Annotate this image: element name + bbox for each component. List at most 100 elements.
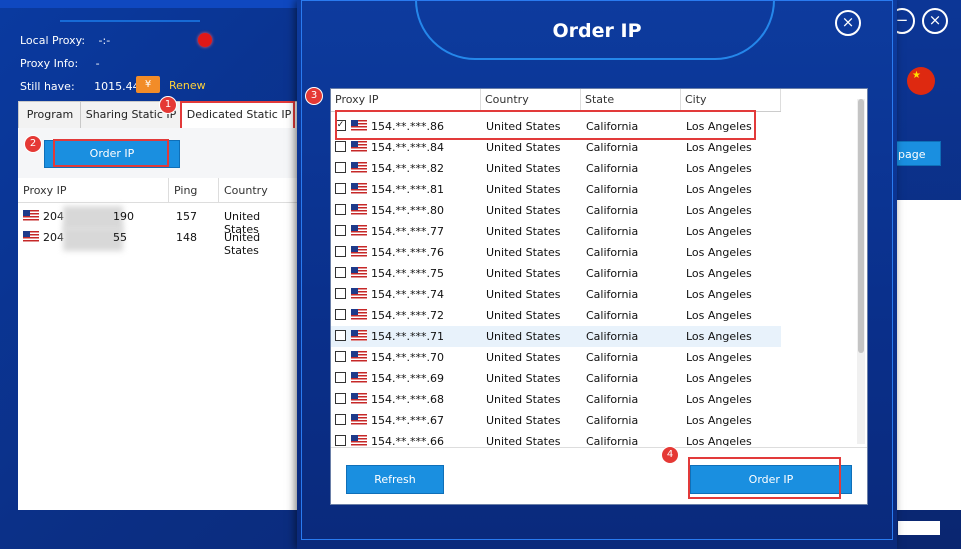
row-checkbox[interactable] (335, 309, 346, 320)
highlight-selected-ip (335, 110, 756, 140)
ip-value: 154.**.***.77 (371, 225, 444, 238)
row-checkbox[interactable] (335, 225, 346, 236)
ip-row[interactable]: 154.**.***.69 United States California Los … (331, 368, 781, 389)
country-cell: United States (486, 372, 561, 385)
decor-line (60, 10, 200, 22)
state-cell: California (586, 183, 639, 196)
us-flag-icon (351, 330, 367, 341)
dialog-close-icon[interactable]: × (835, 10, 861, 36)
col-city: City (685, 93, 707, 106)
col-country: Country (485, 93, 529, 106)
proxy-info-value: - (95, 57, 100, 70)
state-cell: California (586, 372, 639, 385)
us-flag-icon (351, 372, 367, 383)
refresh-button[interactable]: Refresh (346, 465, 444, 494)
row-checkbox[interactable] (335, 162, 346, 173)
col-divider (480, 89, 481, 111)
order-ip-dialog: Order IP × Proxy IP Country State City ✓… (297, 0, 897, 549)
scrollbar-track[interactable] (857, 99, 865, 444)
ip-value: 154.**.***.66 (371, 435, 444, 446)
state-cell: California (586, 162, 639, 175)
ip-row[interactable]: 154.**.***.77 United States California Los … (331, 221, 781, 242)
coupon-icon[interactable]: ¥ (136, 76, 160, 93)
table-row[interactable]: 204 55 148 United States (23, 227, 298, 257)
row-checkbox[interactable] (335, 372, 346, 383)
ip-row[interactable]: 154.**.***.75 United States California Los … (331, 263, 781, 284)
city-cell: Los Angeles (686, 162, 752, 175)
ip-cell: 154.**.***.70 (351, 347, 444, 368)
proxy-info-row: Proxy Info: - (20, 57, 100, 70)
ip-cell: 154.**.***.67 (351, 410, 444, 431)
ip-cell: 154.**.***.69 (351, 368, 444, 389)
tab-program[interactable]: Program (18, 101, 82, 129)
ip-row[interactable]: 154.**.***.68 United States California Los … (331, 389, 781, 410)
row-checkbox[interactable] (335, 141, 346, 152)
row-checkbox[interactable] (335, 183, 346, 194)
close-icon[interactable]: × (922, 8, 948, 34)
city-cell: Los Angeles (686, 414, 752, 427)
local-proxy-value: -:- (98, 34, 111, 47)
highlight-order-ip-modal (688, 457, 841, 499)
scrollbar-thumb[interactable] (858, 99, 864, 353)
country-cell: United States (486, 288, 561, 301)
row-checkbox[interactable] (335, 330, 346, 341)
row-checkbox[interactable] (335, 414, 346, 425)
col-divider (168, 178, 169, 202)
ip-list-panel: Proxy IP Country State City ✓ 154.**.***.… (330, 88, 868, 505)
country-cell: United States (486, 225, 561, 238)
table-row[interactable]: 204 190 157 United States (23, 206, 298, 236)
step-badge-2: 2 (24, 135, 42, 153)
city-cell: Los Angeles (686, 225, 752, 238)
ip-row[interactable]: 154.**.***.72 United States California Los … (331, 305, 781, 326)
highlight-dedicated-tab (180, 101, 295, 131)
ip-row[interactable]: 154.**.***.81 United States California Los … (331, 179, 781, 200)
city-cell: Los Angeles (686, 246, 752, 259)
ip-cell: 154.**.***.66 (351, 431, 444, 446)
proxy-info-label: Proxy Info: (20, 57, 79, 70)
row-checkbox[interactable] (335, 246, 346, 257)
row-checkbox[interactable] (335, 393, 346, 404)
ip-cell: 154.**.***.84 (351, 137, 444, 158)
row-checkbox[interactable] (335, 267, 346, 278)
state-cell: California (586, 141, 639, 154)
ip-row[interactable]: 154.**.***.76 United States California Los … (331, 242, 781, 263)
ip-row[interactable]: 154.**.***.71 United States California Los … (331, 326, 781, 347)
row-checkbox[interactable] (335, 435, 346, 446)
city-cell: Los Angeles (686, 330, 752, 343)
us-flag-icon (351, 225, 367, 236)
row-checkbox[interactable] (335, 351, 346, 362)
ip-row[interactable]: 154.**.***.74 United States California Los … (331, 284, 781, 305)
us-flag-icon (23, 231, 39, 242)
us-flag-icon (351, 246, 367, 257)
us-flag-icon (351, 204, 367, 215)
ip-row[interactable]: 154.**.***.67 United States California Los … (331, 410, 781, 431)
row-checkbox[interactable] (335, 288, 346, 299)
ip-row[interactable]: 154.**.***.82 United States California Los … (331, 158, 781, 179)
ip-row[interactable]: 154.**.***.70 United States California Los … (331, 347, 781, 368)
col-ping: Ping (174, 184, 198, 197)
row-checkbox[interactable] (335, 204, 346, 215)
state-cell: California (586, 435, 639, 446)
city-cell: Los Angeles (686, 435, 752, 446)
ip-value: 154.**.***.70 (371, 351, 444, 364)
state-cell: California (586, 246, 639, 259)
col-divider (680, 89, 681, 111)
us-flag-icon (23, 210, 39, 221)
us-flag-icon (351, 309, 367, 320)
state-cell: California (586, 414, 639, 427)
ip-row[interactable]: 154.**.***.80 United States California Los … (331, 200, 781, 221)
ip-row[interactable]: 154.**.***.84 United States California Los … (331, 137, 781, 158)
ip-value: 154.**.***.67 (371, 414, 444, 427)
ip-value: 154.**.***.71 (371, 330, 444, 343)
local-proxy-row: Local Proxy: -:- (20, 34, 110, 47)
ip-cell: 154.**.***.80 (351, 200, 444, 221)
city-cell: Los Angeles (686, 393, 752, 406)
ip-value: 154.**.***.75 (371, 267, 444, 280)
us-flag-icon (351, 393, 367, 404)
ip-row[interactable]: 154.**.***.66 United States California Los … (331, 431, 781, 446)
col-proxy-ip: Proxy IP (335, 93, 379, 106)
col-country: Country (224, 184, 268, 197)
renew-link[interactable]: Renew (169, 79, 206, 92)
ip-value: 154.**.***.72 (371, 309, 444, 322)
china-flag-icon: ★ (907, 67, 935, 95)
